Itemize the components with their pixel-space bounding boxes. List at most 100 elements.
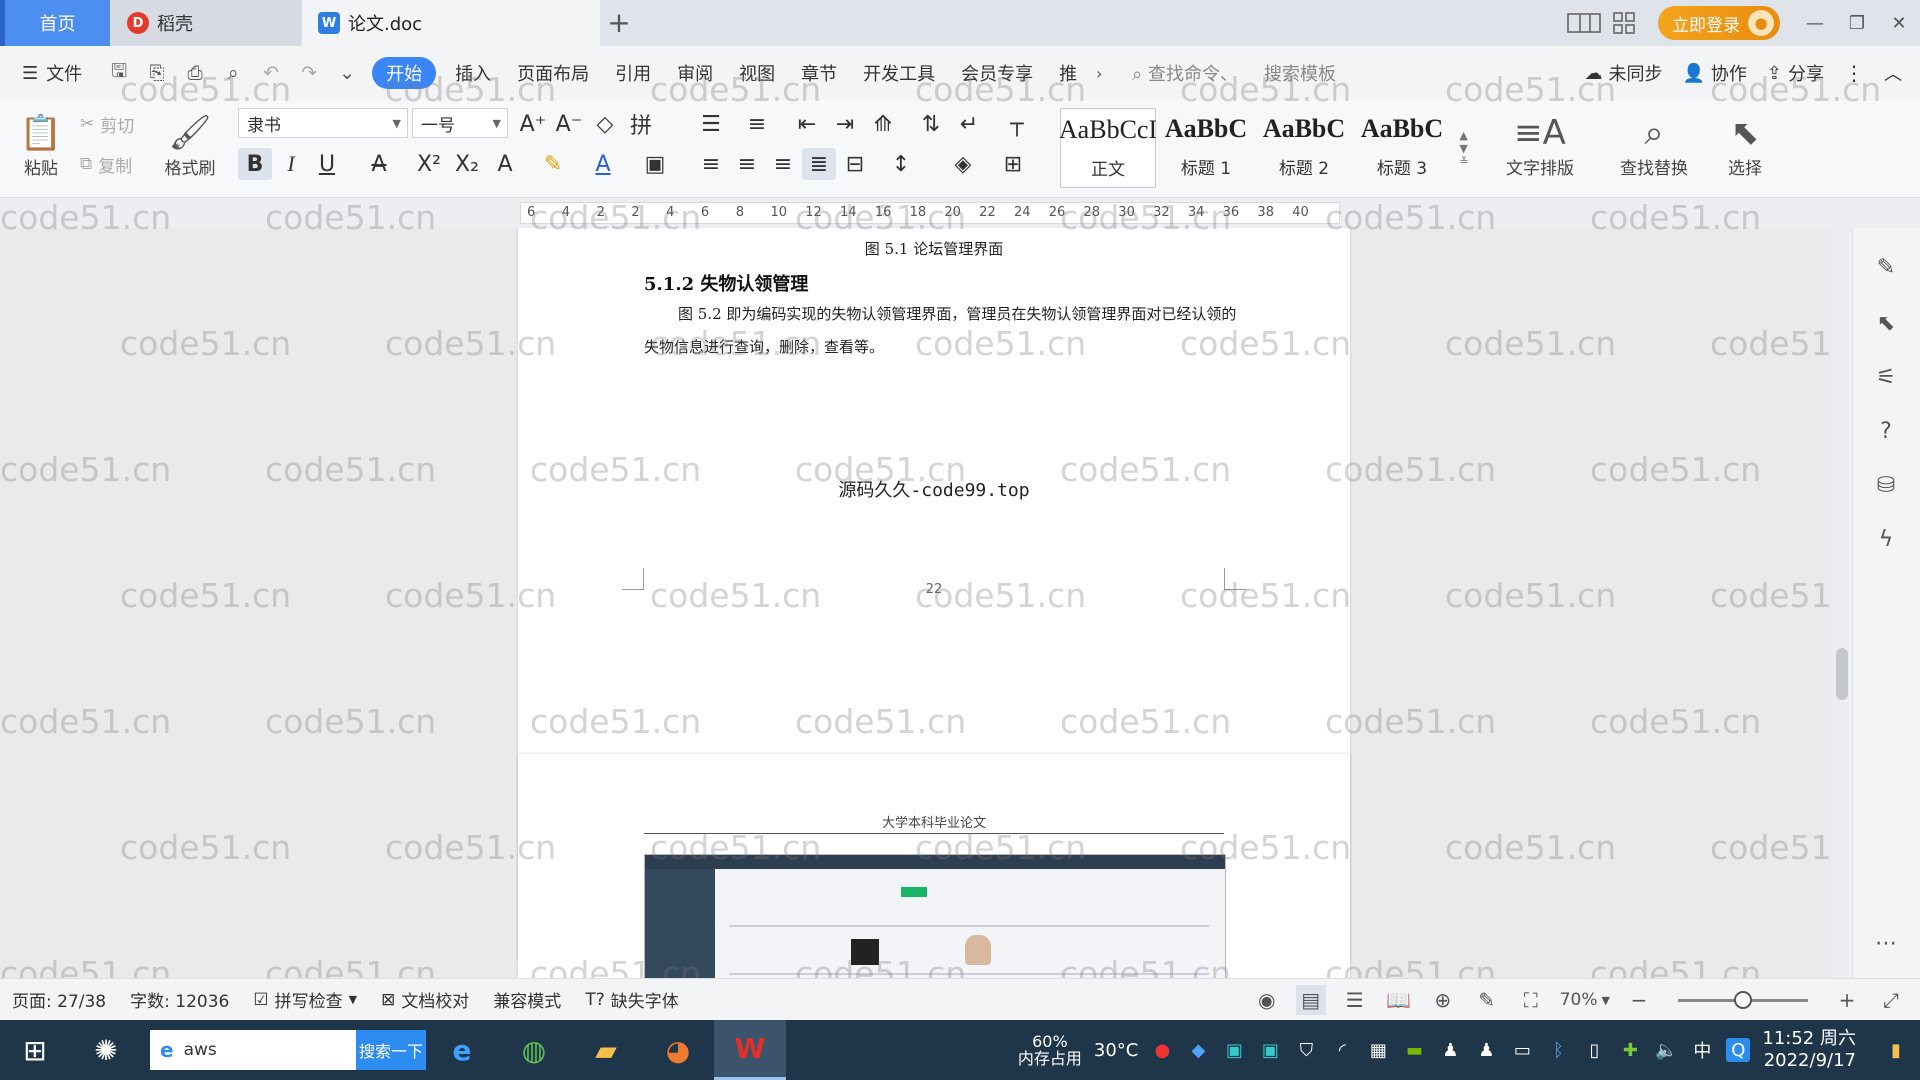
quick-access-dropdown-icon[interactable]: ⌄ xyxy=(328,57,366,89)
shading-icon[interactable]: ◈ xyxy=(946,148,980,180)
style-heading-3[interactable]: AaBbC 标题 3 xyxy=(1354,108,1450,188)
file-explorer-icon[interactable]: ▰ xyxy=(570,1020,642,1080)
tab-member[interactable]: 会员专享 xyxy=(948,57,1046,89)
increase-indent-icon[interactable]: ⇥ xyxy=(828,108,862,140)
collapse-ribbon-icon[interactable]: ︿ xyxy=(1884,60,1902,86)
superscript-button[interactable]: X² xyxy=(412,148,446,180)
zoom-in-icon[interactable]: + xyxy=(1832,985,1862,1015)
windows-start-icon[interactable]: ⊞ xyxy=(0,1020,70,1080)
tab-insert[interactable]: 插入 xyxy=(442,57,504,89)
bluetooth-icon[interactable]: ᛒ xyxy=(1546,1038,1570,1062)
tray-app-icon[interactable]: ✚ xyxy=(1618,1038,1642,1062)
app-mascot-icon[interactable]: ◕ xyxy=(642,1020,714,1080)
style-heading-1[interactable]: AaBbC 标题 1 xyxy=(1158,108,1254,188)
styles-scroll[interactable]: ▲ ▼ ≚ xyxy=(1454,108,1474,188)
missing-font-button[interactable]: T? 缺失字体 xyxy=(573,987,690,1013)
style-normal[interactable]: AaBbCcI 正文 xyxy=(1060,108,1156,188)
vertical-scrollbar[interactable] xyxy=(1832,228,1852,978)
select-button[interactable]: ⬉ 选择 xyxy=(1710,106,1780,188)
phonetic-guide-icon[interactable]: 拼 xyxy=(624,108,658,140)
tray-app-icon[interactable]: ◆ xyxy=(1186,1038,1210,1062)
command-search-input[interactable]: ⌕ 查找命令、 xyxy=(1132,60,1238,86)
print-icon[interactable]: ⎙ xyxy=(176,57,214,89)
tab-view[interactable]: 视图 xyxy=(726,57,788,89)
tray-app-icon[interactable]: ● xyxy=(1150,1038,1174,1062)
collaborate-button[interactable]: 👤 协作 xyxy=(1682,60,1746,86)
zoom-level[interactable]: 70% ▼ xyxy=(1560,990,1610,1010)
more-icon[interactable]: ⋮ xyxy=(1844,61,1864,85)
browser-green-icon[interactable]: ◍ xyxy=(498,1020,570,1080)
align-left-icon[interactable]: ≡ xyxy=(694,148,728,180)
pen-icon[interactable]: ✎ xyxy=(1871,252,1901,282)
cut-button[interactable]: ✂ 剪切 xyxy=(80,110,134,138)
backup-icon[interactable]: ⛁ xyxy=(1871,470,1901,500)
system-clock[interactable]: 11:52 周六 2022/9/17 xyxy=(1762,1028,1856,1072)
share-button[interactable]: ⇪ 分享 xyxy=(1767,60,1824,86)
tray-app-icon[interactable]: ▣ xyxy=(1258,1038,1282,1062)
subscript-button[interactable]: X₂ xyxy=(450,148,484,180)
chevron-right-icon[interactable]: › xyxy=(1090,57,1108,89)
strikethrough-button[interactable]: A xyxy=(362,148,396,180)
bold-button[interactable]: B xyxy=(238,148,272,180)
restore-icon[interactable]: ❐ xyxy=(1836,0,1878,46)
decrease-indent-icon[interactable]: ⇤ xyxy=(790,108,824,140)
volume-icon[interactable]: 🔈 xyxy=(1654,1038,1678,1062)
network-icon[interactable]: ▦ xyxy=(1366,1038,1390,1062)
template-search-input[interactable]: 搜索模板 xyxy=(1264,60,1336,86)
word-count[interactable]: 字数: 12036 xyxy=(118,987,241,1012)
underline-button[interactable]: U xyxy=(310,148,344,180)
fit-page-icon[interactable]: ⛶ xyxy=(1516,985,1546,1015)
tab-docer[interactable]: D 稻壳 xyxy=(111,0,301,46)
command-search[interactable]: ⌕ 查找命令、 搜索模板 xyxy=(1132,60,1336,86)
tab-references[interactable]: 引用 xyxy=(602,57,664,89)
search-tray-icon[interactable]: Q xyxy=(1726,1038,1751,1062)
style-heading-2[interactable]: AaBbC 标题 2 xyxy=(1256,108,1352,188)
tray-app-icon[interactable]: ▣ xyxy=(1222,1038,1246,1062)
memory-usage-widget[interactable]: 60% 内存占用 xyxy=(1018,1033,1082,1067)
eye-protection-icon[interactable]: ◉ xyxy=(1252,985,1282,1015)
chinese-layout-icon[interactable]: ⟰ xyxy=(866,108,900,140)
doc-proof-button[interactable]: ⊠ 文档校对 xyxy=(369,987,481,1013)
distributed-icon[interactable]: ⊟ xyxy=(838,148,872,180)
write-mode-icon[interactable]: ✎ xyxy=(1472,985,1502,1015)
apps-grid-icon[interactable] xyxy=(1604,0,1644,46)
document-canvas[interactable]: 图 5.1 论坛管理界面 5.1.2 失物认领管理 图 5.2 即为编码实现的失… xyxy=(0,228,1832,978)
qq-icon[interactable]: ♟ xyxy=(1438,1038,1462,1062)
tab-review[interactable]: 审阅 xyxy=(664,57,726,89)
font-name-select[interactable]: 隶书 ▼ xyxy=(238,108,408,138)
wps-taskbar-icon[interactable]: W xyxy=(714,1020,786,1080)
sliders-icon[interactable]: ⚟ xyxy=(1871,362,1901,392)
taskbar-search-input[interactable]: e aws xyxy=(150,1030,356,1070)
save-icon[interactable]: 🖫 xyxy=(100,57,138,89)
reading-view-icon[interactable]: 📖 xyxy=(1384,985,1414,1015)
highlight-icon[interactable]: ✎ xyxy=(536,148,570,180)
usb-icon[interactable]: ▯ xyxy=(1582,1038,1606,1062)
align-center-icon[interactable]: ≡ xyxy=(730,148,764,180)
page-view-icon[interactable]: ▤ xyxy=(1295,985,1326,1015)
copy-button[interactable]: ⧉ 复制 xyxy=(80,150,132,178)
grow-font-icon[interactable]: A⁺ xyxy=(516,108,550,140)
outline-view-icon[interactable]: ☰ xyxy=(1340,985,1370,1015)
cursor-icon[interactable]: ⬉ xyxy=(1871,308,1901,338)
ime-indicator[interactable]: 中 xyxy=(1690,1038,1714,1062)
notification-icon[interactable]: ▮ xyxy=(1884,1038,1908,1062)
tab-chapter[interactable]: 章节 xyxy=(788,57,850,89)
zoom-out-icon[interactable]: − xyxy=(1624,985,1654,1015)
zoom-slider[interactable] xyxy=(1678,990,1808,1009)
justify-icon[interactable]: ≣ xyxy=(802,148,836,180)
text-layout-button[interactable]: ≡A 文字排版 xyxy=(1490,106,1590,188)
horizontal-ruler[interactable]: 6 4 2 2 4 6 8 10 12 14 16 18 20 22 24 26 28 30 32 34 36 38 40 xyxy=(0,198,1920,228)
tab-developer[interactable]: 开发工具 xyxy=(850,57,948,89)
more-horizontal-icon[interactable]: ⋯ xyxy=(1871,928,1901,958)
paste-button[interactable]: 📋 粘贴 xyxy=(16,106,66,188)
format-painter-button[interactable]: 🖌 格式刷 xyxy=(160,106,220,188)
minimize-icon[interactable]: — xyxy=(1794,0,1836,46)
login-button[interactable]: 立即登录 ● xyxy=(1658,6,1780,40)
text-effect-icon[interactable]: A xyxy=(488,148,522,180)
document-page-next[interactable]: 大学本科毕业论文 xyxy=(518,754,1350,978)
undo-icon[interactable]: ↶ xyxy=(252,57,290,89)
new-tab-button[interactable]: + xyxy=(604,6,634,39)
internet-explorer-icon[interactable]: e xyxy=(426,1020,498,1080)
page-indicator[interactable]: 页面: 27/38 xyxy=(0,987,118,1012)
file-menu[interactable]: ☰ 文件 xyxy=(0,60,100,86)
